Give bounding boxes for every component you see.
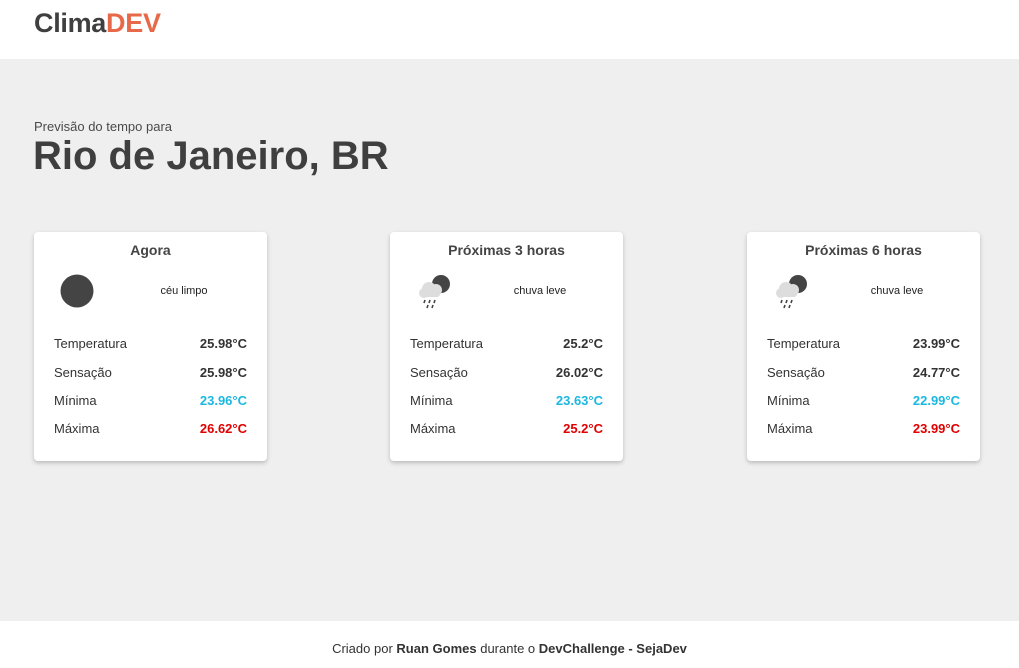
temperature-row: Temperatura 25.2°C [410, 336, 603, 354]
footer-middle: durante o [480, 641, 536, 656]
max-label: Máxima [410, 421, 456, 436]
temperature-row: Temperatura 23.99°C [767, 336, 960, 354]
feels-like-label: Sensação [410, 365, 468, 380]
temperature-value: 25.2°C [563, 336, 603, 351]
feels-like-value: 25.98°C [199, 365, 247, 380]
min-label: Mínima [410, 393, 453, 408]
logo-clima: Clima [34, 8, 107, 38]
weather-description: chuva leve [870, 285, 924, 297]
max-value: 25.2°C [563, 421, 603, 436]
max-label: Máxima [767, 421, 813, 436]
temperature-label: Temperatura [54, 336, 127, 351]
card-title: Próximas 3 horas [448, 242, 565, 258]
feels-like-row: Sensação 25.98°C [54, 365, 247, 383]
footer-prefix: Criado por [332, 641, 393, 656]
light-rain-icon [771, 272, 811, 312]
weather-description: céu limpo [160, 285, 208, 297]
max-label: Máxima [54, 421, 100, 436]
feels-like-label: Sensação [767, 365, 825, 380]
light-rain-icon [414, 272, 454, 312]
footer-event[interactable]: DevChallenge - SejaDev [539, 641, 687, 656]
min-row: Mínima 23.63°C [410, 393, 603, 411]
max-row: Máxima 23.99°C [767, 421, 960, 439]
clear-sky-icon [58, 272, 98, 312]
forecast-subtitle: Previsão do tempo para [34, 119, 173, 134]
feels-like-row: Sensação 24.77°C [767, 365, 960, 383]
site-footer: Criado por Ruan Gomes durante o DevChall… [0, 621, 1019, 668]
main-content: Previsão do tempo para Rio de Janeiro, B… [0, 59, 1019, 621]
temperature-value: 23.99°C [912, 336, 960, 351]
forecast-card-now: Agora céu limpo Temperatura 25.98°C Sensa… [34, 232, 267, 461]
feels-like-value: 26.02°C [555, 365, 603, 380]
feels-like-row: Sensação 26.02°C [410, 365, 603, 383]
site-header: ClimaDEV [0, 0, 1019, 59]
min-value: 22.99°C [912, 393, 960, 408]
temperature-label: Temperatura [767, 336, 840, 351]
temperature-label: Temperatura [410, 336, 483, 351]
forecast-card-6h: Próximas 6 horas chuva leve Temperatura 2… [747, 232, 980, 461]
max-value: 23.99°C [912, 421, 960, 436]
feels-like-value: 24.77°C [912, 365, 960, 380]
max-value: 26.62°C [199, 421, 247, 436]
temperature-row: Temperatura 25.98°C [54, 336, 247, 354]
min-label: Mínima [767, 393, 810, 408]
forecast-card-3h: Próximas 3 horas chuva leve Temperatura 2… [390, 232, 623, 461]
max-row: Máxima 25.2°C [410, 421, 603, 439]
logo-dev: DEV [106, 8, 161, 38]
max-row: Máxima 26.62°C [54, 421, 247, 439]
min-value: 23.63°C [555, 393, 603, 408]
footer-author[interactable]: Ruan Gomes [396, 641, 476, 656]
logo[interactable]: ClimaDEV [34, 8, 161, 39]
temperature-value: 25.98°C [199, 336, 247, 351]
min-label: Mínima [54, 393, 97, 408]
min-row: Mínima 22.99°C [767, 393, 960, 411]
min-row: Mínima 23.96°C [54, 393, 247, 411]
card-title: Próximas 6 horas [805, 242, 922, 258]
min-value: 23.96°C [199, 393, 247, 408]
weather-description: chuva leve [513, 285, 567, 297]
city-name: Rio de Janeiro, BR [33, 134, 389, 178]
card-title: Agora [130, 242, 171, 258]
feels-like-label: Sensação [54, 365, 112, 380]
